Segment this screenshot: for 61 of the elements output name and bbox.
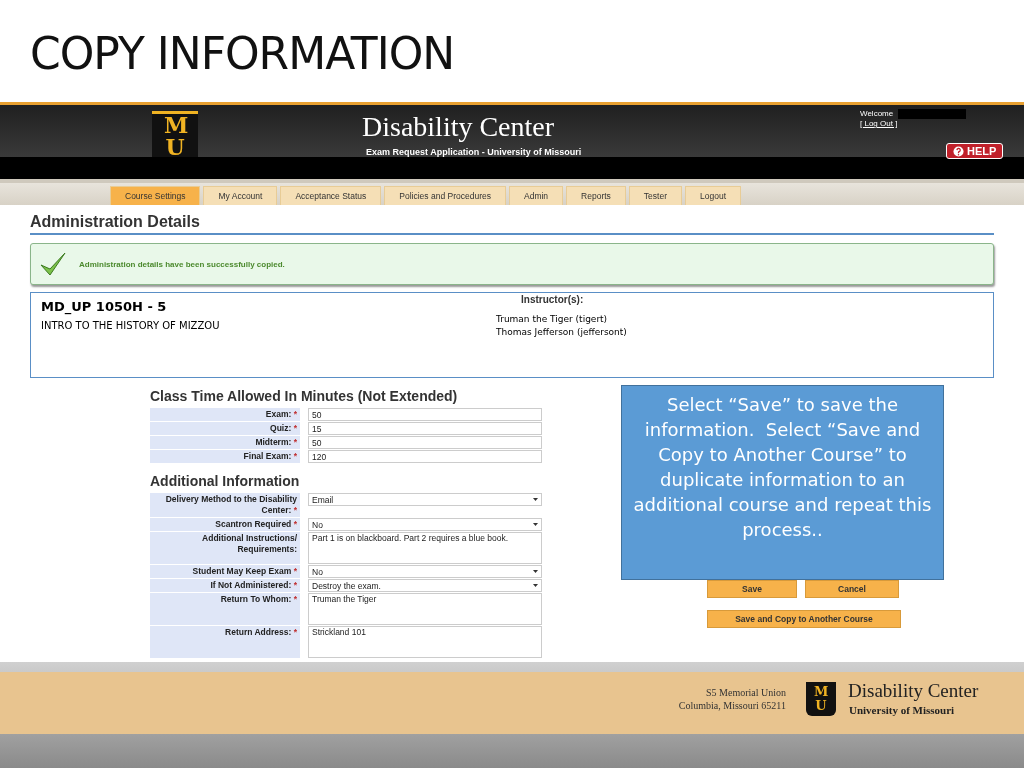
field-label: Additional Instructions/ Requirements: [150, 532, 300, 564]
field-label: Delivery Method to the Disability Center: * [150, 493, 300, 517]
dropdown[interactable]: No [308, 565, 542, 578]
checkmark-icon [39, 251, 67, 277]
nav-tab[interactable]: Tester [628, 186, 682, 205]
field-label: Midterm: * [150, 436, 300, 449]
logo: MU [152, 111, 198, 157]
help-button[interactable]: HELP [946, 143, 1004, 159]
nav-tab[interactable]: Admin [509, 186, 564, 205]
field-label: Quiz: * [150, 422, 300, 435]
app-subtitle: Exam Request Application - University of Missouri [366, 147, 582, 157]
cancel-button[interactable]: Cancel [805, 580, 899, 598]
input-field[interactable]: 50 [308, 408, 542, 421]
field-label: If Not Administered: * [150, 579, 300, 592]
field-label: Final Exam: * [150, 450, 300, 463]
field-label: Exam: * [150, 408, 300, 421]
dropdown[interactable]: Destroy the exam. [308, 579, 542, 592]
text-area[interactable]: Truman the Tiger [308, 593, 542, 625]
page-heading: Administration Details [30, 213, 994, 235]
footer-title: Disability Center [848, 680, 979, 702]
nav-tab[interactable]: My Account [203, 186, 278, 205]
course-name: INTRO TO THE HISTORY OF MIZZOU [41, 320, 221, 331]
section-heading: Additional Information [150, 473, 301, 489]
welcome-text: Welcome [860, 109, 894, 118]
course-code: MD_UP 1050H - 5 [41, 299, 168, 314]
app-title: Disability Center [362, 111, 555, 143]
section-heading: Class Time Allowed In Minutes (Not Extended) [150, 388, 459, 404]
text-area[interactable]: Strickland 101 [308, 626, 542, 658]
nav-tab[interactable]: Logout [685, 186, 741, 205]
nav-tab[interactable]: Course Settings [110, 186, 201, 205]
redaction-bar [898, 109, 966, 119]
nav-tab[interactable]: Acceptance Status [280, 186, 382, 205]
field-label: Return To Whom: * [150, 593, 300, 625]
instructors-label: Instructor(s): [521, 294, 585, 305]
nav-tab[interactable]: Reports [566, 186, 626, 205]
instruction-callout: Select “Save” to save the information. Select “Save and Copy to Another Course” to duplicate information to an additional course and repeat this process.. [621, 385, 944, 580]
question-icon [953, 145, 964, 157]
text-area[interactable]: Part 1 is on blackboard. Part 2 requires a blue book. [308, 532, 542, 564]
footer-logo: MU [806, 682, 836, 716]
dropdown[interactable]: Email [308, 493, 542, 506]
field-label: Return Address: * [150, 626, 300, 658]
slide-title: COPY INFORMATION [30, 26, 455, 79]
dropdown-caret-icon [533, 570, 538, 573]
nav-tab[interactable]: Policies and Procedures [384, 186, 506, 205]
logout-link[interactable]: [ Log Out ] [860, 119, 898, 128]
save-copy-button[interactable]: Save and Copy to Another Course [707, 610, 901, 628]
instructor-name: Thomas Jefferson (jeffersont) [496, 326, 627, 339]
dropdown-caret-icon [533, 584, 538, 587]
footer-subtitle: University of Missouri [849, 704, 955, 716]
field-label: Scantron Required * [150, 518, 300, 531]
dropdown-caret-icon [533, 523, 538, 526]
dropdown-caret-icon [533, 498, 538, 501]
footer-address: S5 Memorial Union Columbia, Missouri 65211 [678, 686, 786, 712]
input-field[interactable]: 120 [308, 450, 542, 463]
success-message: Administration details have been successfully copied. [79, 259, 285, 269]
field-label: Student May Keep Exam * [150, 565, 300, 578]
dropdown[interactable]: No [308, 518, 542, 531]
input-field[interactable]: 15 [308, 422, 542, 435]
save-button[interactable]: Save [707, 580, 797, 598]
input-field[interactable]: 50 [308, 436, 542, 449]
instructor-name: Truman the Tiger (tigert) [496, 313, 609, 326]
